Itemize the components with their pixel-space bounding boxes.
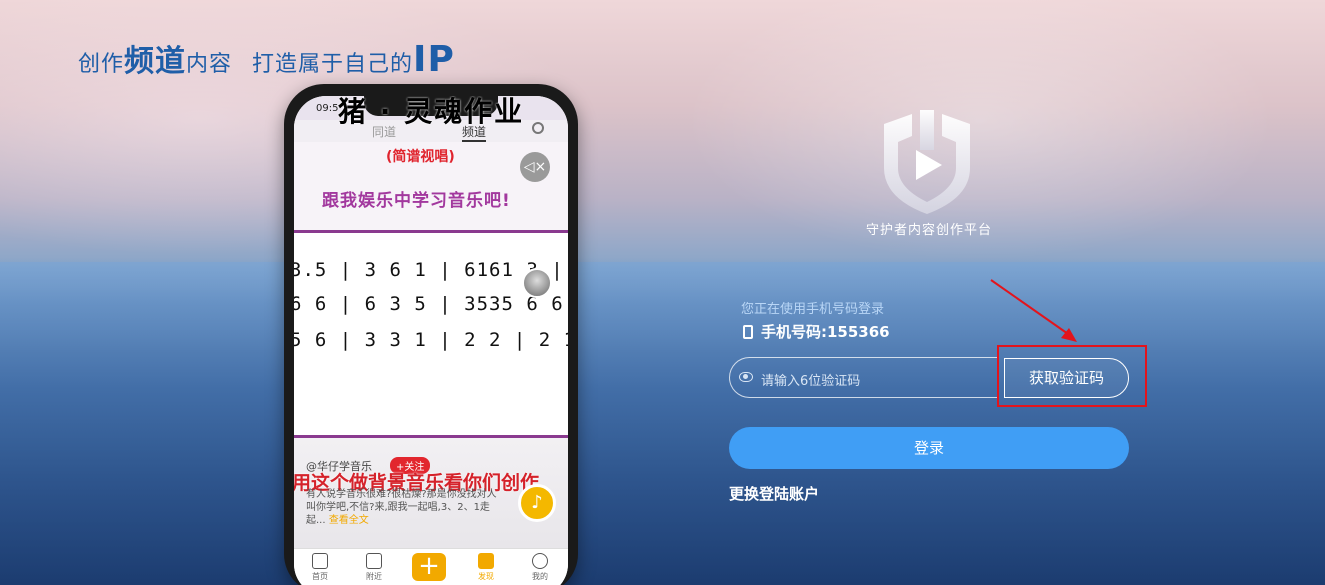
- phone-tab-bar: 首页 附近 + 发现 我的: [294, 548, 568, 585]
- shield-logo-icon: [884, 110, 970, 214]
- music-disc-icon[interactable]: ♪: [518, 484, 556, 522]
- user-icon: [532, 553, 548, 569]
- like-count: 987: [528, 382, 546, 392]
- music-score: 3.5 | 3 6 1 | 6161 3 | 3231 6 6 | 6 3 5 …: [294, 230, 568, 438]
- location-icon: [366, 553, 382, 569]
- tab-me[interactable]: 我的: [520, 553, 560, 582]
- phone-screen: 09:5 同道 频道 猪 · 灵魂作业 (简谱视唱) ◁× 跟我娱乐中学习音乐吧…: [294, 96, 568, 585]
- video-subtitle: (简谱视唱): [386, 149, 455, 165]
- score-row: 5 6 | 3 3 1 | 2 2 | 2 12 3 5 6: [294, 329, 568, 351]
- annotation-arrow-icon: [990, 279, 1077, 342]
- video-description: 有人说学音乐很难?很枯燥?那是你没找对人叫你学吧,不信?来,跟我一起唱,3、2、…: [306, 488, 506, 527]
- slogan-text-2: 频道: [124, 44, 187, 79]
- login-button[interactable]: 登录: [729, 427, 1129, 469]
- discover-icon: [478, 553, 494, 569]
- phone-number-text: 手机号码:155366: [761, 323, 890, 341]
- tab-nearby[interactable]: 附近: [354, 553, 394, 582]
- slogan-text-4: 打造属于自己的: [252, 52, 414, 77]
- video-title: 跟我娱乐中学习音乐吧!: [322, 191, 511, 211]
- tab-label: 附近: [366, 572, 382, 581]
- like-icon[interactable]: ♡: [524, 322, 550, 332]
- background-band: [0, 262, 1325, 585]
- tab-label: 首页: [312, 572, 328, 581]
- home-icon: [312, 553, 328, 569]
- slogan-text-1: 创作: [78, 52, 125, 77]
- platform-name: 守护者内容创作平台: [865, 223, 992, 238]
- tab-discover[interactable]: 发现: [466, 553, 506, 582]
- search-icon[interactable]: [532, 122, 544, 134]
- mute-icon[interactable]: ◁×: [520, 152, 550, 182]
- tab-label: 发现: [478, 572, 494, 581]
- video-overlay-title: 猪 · 灵魂作业: [338, 96, 525, 128]
- add-button[interactable]: +: [412, 553, 446, 581]
- slogan: 创作频道内容 打造属于自己的IP: [78, 36, 455, 80]
- status-time: 09:5: [316, 103, 339, 114]
- tab-home[interactable]: 首页: [300, 553, 340, 582]
- phone-mockup: 09:5 同道 频道 猪 · 灵魂作业 (简谱视唱) ◁× 跟我娱乐中学习音乐吧…: [284, 84, 578, 585]
- comment-icon[interactable]: ▭: [524, 422, 550, 432]
- avatar[interactable]: [522, 268, 552, 298]
- tab-label: 我的: [532, 572, 548, 581]
- code-placeholder[interactable]: 请输入6位验证码: [761, 370, 860, 389]
- slogan-text-ip: IP: [413, 39, 455, 80]
- eye-icon[interactable]: [739, 372, 753, 382]
- switch-account-link[interactable]: 更换登陆账户: [729, 483, 819, 504]
- read-more-link[interactable]: 查看全文: [329, 515, 369, 526]
- slogan-text-3: 内容: [186, 52, 233, 77]
- score-row: 6 6 | 6 3 5 | 3535 6 6 | 6 3 5: [294, 293, 568, 315]
- login-hint: 您正在使用手机号码登录: [741, 302, 885, 317]
- mobile-phone-icon: [743, 325, 753, 339]
- phone-number-line: 手机号码:155366: [743, 321, 890, 342]
